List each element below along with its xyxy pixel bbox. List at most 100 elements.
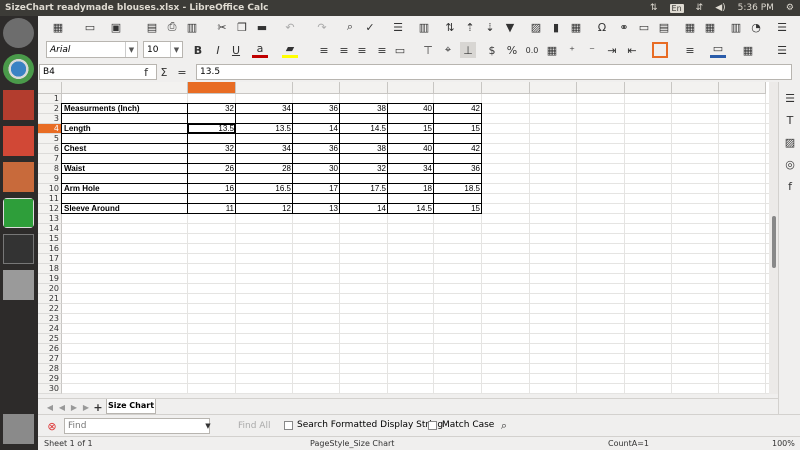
- row-header-19[interactable]: 19: [38, 274, 62, 284]
- row-header-11[interactable]: 11: [38, 194, 62, 204]
- row-header-13[interactable]: 13: [38, 214, 62, 224]
- properties-icon[interactable]: ☰: [782, 90, 798, 106]
- headers-footers-icon[interactable]: ▤: [656, 19, 672, 35]
- image-icon[interactable]: ▨: [528, 19, 544, 35]
- gmail-icon[interactable]: [3, 126, 34, 156]
- font-color-icon[interactable]: a: [252, 42, 268, 58]
- search-icon[interactable]: ⌕: [496, 418, 512, 434]
- row-header-5[interactable]: 5: [38, 134, 62, 144]
- row-header-27[interactable]: 27: [38, 354, 62, 364]
- paste-icon[interactable]: ▬: [254, 19, 270, 35]
- redo-icon[interactable]: ↷: [314, 19, 330, 35]
- zoom-level[interactable]: 100%: [772, 439, 795, 448]
- sort-ascending-icon[interactable]: ⇡: [462, 19, 478, 35]
- font-name-dropdown[interactable]: Arial ▼: [46, 41, 138, 58]
- borders-icon[interactable]: [652, 42, 668, 58]
- row-header-23[interactable]: 23: [38, 314, 62, 324]
- power-icon[interactable]: ⚙: [786, 3, 794, 13]
- row-header-15[interactable]: 15: [38, 234, 62, 244]
- conditional-format-icon[interactable]: ▦: [740, 42, 756, 58]
- row-header-24[interactable]: 24: [38, 324, 62, 334]
- column-header-i[interactable]: [530, 82, 577, 94]
- vertical-scroll-thumb[interactable]: [772, 216, 776, 268]
- highlighting-color-icon[interactable]: ▰: [282, 42, 298, 58]
- align-right-icon[interactable]: ≡: [354, 42, 370, 58]
- row-header-7[interactable]: 7: [38, 154, 62, 164]
- border-style-icon[interactable]: ≡: [682, 42, 698, 58]
- row-header-8[interactable]: 8: [38, 164, 62, 174]
- column-header-a[interactable]: [62, 82, 188, 94]
- row-header-17[interactable]: 17: [38, 254, 62, 264]
- bold-icon[interactable]: B: [190, 42, 206, 58]
- libreoffice-calc-icon[interactable]: [3, 198, 34, 228]
- find-all-button[interactable]: Find All: [238, 421, 270, 431]
- column-header-g[interactable]: [434, 82, 482, 94]
- sum-icon[interactable]: Σ: [156, 64, 172, 80]
- percent-icon[interactable]: %: [504, 42, 520, 58]
- files-icon[interactable]: [3, 162, 34, 192]
- align-top-icon[interactable]: ⊤: [420, 42, 436, 58]
- comment-icon[interactable]: ▭: [636, 19, 652, 35]
- align-left-icon[interactable]: ≡: [316, 42, 332, 58]
- italic-icon[interactable]: I: [210, 42, 226, 58]
- border-color-icon[interactable]: ▭: [710, 42, 726, 58]
- toolbar-menu-icon[interactable]: ☰: [774, 19, 790, 35]
- date-format-icon[interactable]: ▦: [544, 42, 560, 58]
- drive-icon[interactable]: [3, 270, 34, 300]
- sheet-tab[interactable]: Size Chart: [106, 399, 156, 414]
- close-find-icon[interactable]: ⊗: [44, 418, 60, 434]
- match-case-checkbox[interactable]: [428, 421, 437, 430]
- terminal-icon[interactable]: [3, 234, 34, 264]
- open-folder-icon[interactable]: ▭: [82, 19, 98, 35]
- column-header-k[interactable]: [625, 82, 672, 94]
- number-format-icon[interactable]: 0.0: [524, 42, 540, 58]
- toolbar-menu-icon[interactable]: ☰: [774, 42, 790, 58]
- row-header-2[interactable]: 2: [38, 104, 62, 114]
- autofilter-icon[interactable]: ▼: [502, 19, 518, 35]
- merge-center-icon[interactable]: ▭: [392, 42, 408, 58]
- decrease-indent-icon[interactable]: ⇤: [624, 42, 640, 58]
- row-header-28[interactable]: 28: [38, 364, 62, 374]
- row-header-12[interactable]: 12: [38, 204, 62, 214]
- copy-icon[interactable]: ❐: [234, 19, 250, 35]
- formula-input[interactable]: 13.5: [196, 64, 792, 80]
- show-draw-functions-icon[interactable]: ◔: [748, 19, 764, 35]
- row-header-26[interactable]: 26: [38, 344, 62, 354]
- find-input[interactable]: Find: [64, 418, 210, 434]
- save-icon[interactable]: ▣: [108, 19, 124, 35]
- currency-icon[interactable]: $: [484, 42, 500, 58]
- export-pdf-icon[interactable]: ▤: [144, 19, 160, 35]
- chart-icon[interactable]: ▮: [548, 19, 564, 35]
- keyboard-layout-indicator[interactable]: En: [669, 3, 684, 13]
- align-bottom-icon[interactable]: ⊥: [460, 42, 476, 58]
- clock[interactable]: 5:36 PM: [738, 3, 774, 13]
- cut-icon[interactable]: ✂: [214, 19, 230, 35]
- system-settings-icon[interactable]: [3, 90, 34, 120]
- row-header-22[interactable]: 22: [38, 304, 62, 314]
- row-header-29[interactable]: 29: [38, 374, 62, 384]
- sort-descending-icon[interactable]: ⇣: [482, 19, 498, 35]
- new-spreadsheet-icon[interactable]: ▦: [50, 19, 66, 35]
- column-header-b[interactable]: [188, 82, 236, 94]
- chromium-icon[interactable]: [3, 54, 34, 84]
- column-header-e[interactable]: [340, 82, 388, 94]
- volume-icon[interactable]: ◀): [715, 3, 725, 13]
- row-header-14[interactable]: 14: [38, 224, 62, 234]
- column-header-l[interactable]: [672, 82, 719, 94]
- undo-icon[interactable]: ↶: [282, 19, 298, 35]
- row-header-25[interactable]: 25: [38, 334, 62, 344]
- split-window-icon[interactable]: ▥: [728, 19, 744, 35]
- define-print-area-icon[interactable]: ▦: [682, 19, 698, 35]
- find-replace-icon[interactable]: ⌕: [342, 19, 358, 35]
- dash-icon[interactable]: [3, 18, 34, 48]
- function-wizard-icon[interactable]: f: [138, 64, 154, 80]
- special-character-icon[interactable]: Ω: [594, 19, 610, 35]
- row-header-10[interactable]: 10: [38, 184, 62, 194]
- functions-icon[interactable]: f: [782, 178, 798, 194]
- row-header-9[interactable]: 9: [38, 174, 62, 184]
- column-icon[interactable]: ▥: [416, 19, 432, 35]
- column-header-j[interactable]: [577, 82, 625, 94]
- print-preview-icon[interactable]: ▥: [184, 19, 200, 35]
- vertical-scrollbar[interactable]: [769, 82, 778, 394]
- search-formatted-checkbox[interactable]: [284, 421, 293, 430]
